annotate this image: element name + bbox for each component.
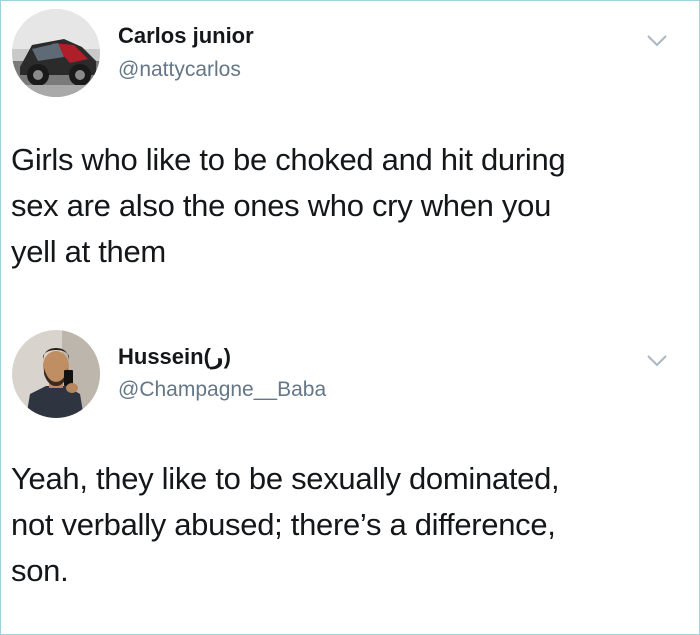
author-name[interactable]: Carlos junior xyxy=(118,23,254,49)
tweet-text-line: Girls who like to be choked and hit duri… xyxy=(11,142,566,177)
tweet-text-line: sex are also the ones who cry when you xyxy=(11,188,552,223)
profile-photo-person-icon xyxy=(12,330,100,418)
author-avatar[interactable] xyxy=(12,330,100,418)
chevron-down-icon[interactable] xyxy=(646,354,668,368)
tweet-text-line: yell at them xyxy=(11,234,166,269)
author-handle[interactable]: @nattycarlos xyxy=(118,58,241,82)
tweet-text-line: Yeah, they like to be sexually dominated… xyxy=(11,461,560,496)
author-handle[interactable]: @Champagne__Baba xyxy=(118,378,326,402)
author-name[interactable]: Hussein(ر) xyxy=(118,344,231,370)
profile-photo-car-icon xyxy=(12,9,100,97)
chevron-down-icon[interactable] xyxy=(646,34,668,48)
tweet: Hussein(ر) @Champagne__Baba Yeah, they l… xyxy=(0,318,700,635)
author-avatar[interactable] xyxy=(12,9,100,97)
tweet-text: Girls who like to be choked and hit duri… xyxy=(11,137,681,275)
tweet-text-line: not verbally abused; there’s a differenc… xyxy=(11,507,556,542)
tweet-text-line: son. xyxy=(11,553,69,588)
tweet: Carlos junior @nattycarlos Girls who lik… xyxy=(0,0,700,305)
tweet-text: Yeah, they like to be sexually dominated… xyxy=(11,456,681,594)
